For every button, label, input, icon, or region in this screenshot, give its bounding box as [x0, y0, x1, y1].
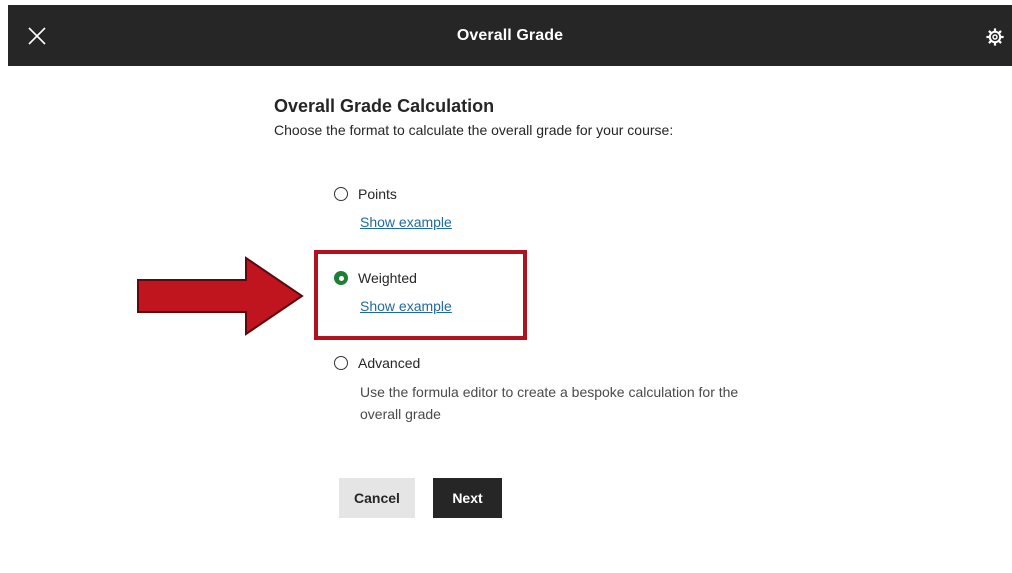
- page-title: Overall Grade: [456, 26, 564, 44]
- gear-icon: [986, 28, 1004, 46]
- advanced-description: Use the formula editor to create a bespo…: [360, 384, 739, 422]
- dialog-header: Overall Grade: [8, 5, 1012, 66]
- advanced-radio[interactable]: [334, 356, 348, 370]
- calculation-section: Overall Grade Calculation Choose the for…: [274, 94, 834, 140]
- annotation-highlight-box: [314, 250, 527, 340]
- close-button[interactable]: [26, 25, 48, 47]
- cancel-button[interactable]: Cancel: [339, 478, 415, 518]
- option-points-row[interactable]: Points: [334, 184, 452, 204]
- option-advanced-row[interactable]: Advanced: [334, 353, 760, 373]
- calculation-subtitle: Choose the format to calculate the overa…: [274, 122, 674, 138]
- option-points: Points Show example: [334, 184, 452, 230]
- option-advanced: Advanced Use the formula editor to creat…: [334, 353, 760, 425]
- close-icon: [28, 27, 46, 45]
- next-button[interactable]: Next: [433, 478, 502, 518]
- settings-button[interactable]: [986, 28, 1004, 46]
- points-show-example-link[interactable]: Show example: [360, 214, 452, 230]
- advanced-label[interactable]: Advanced: [358, 355, 420, 371]
- points-label[interactable]: Points: [358, 186, 397, 202]
- points-radio[interactable]: [334, 187, 348, 201]
- calculation-title: Overall Grade Calculation: [274, 96, 495, 116]
- annotation-arrow-icon: [137, 256, 304, 336]
